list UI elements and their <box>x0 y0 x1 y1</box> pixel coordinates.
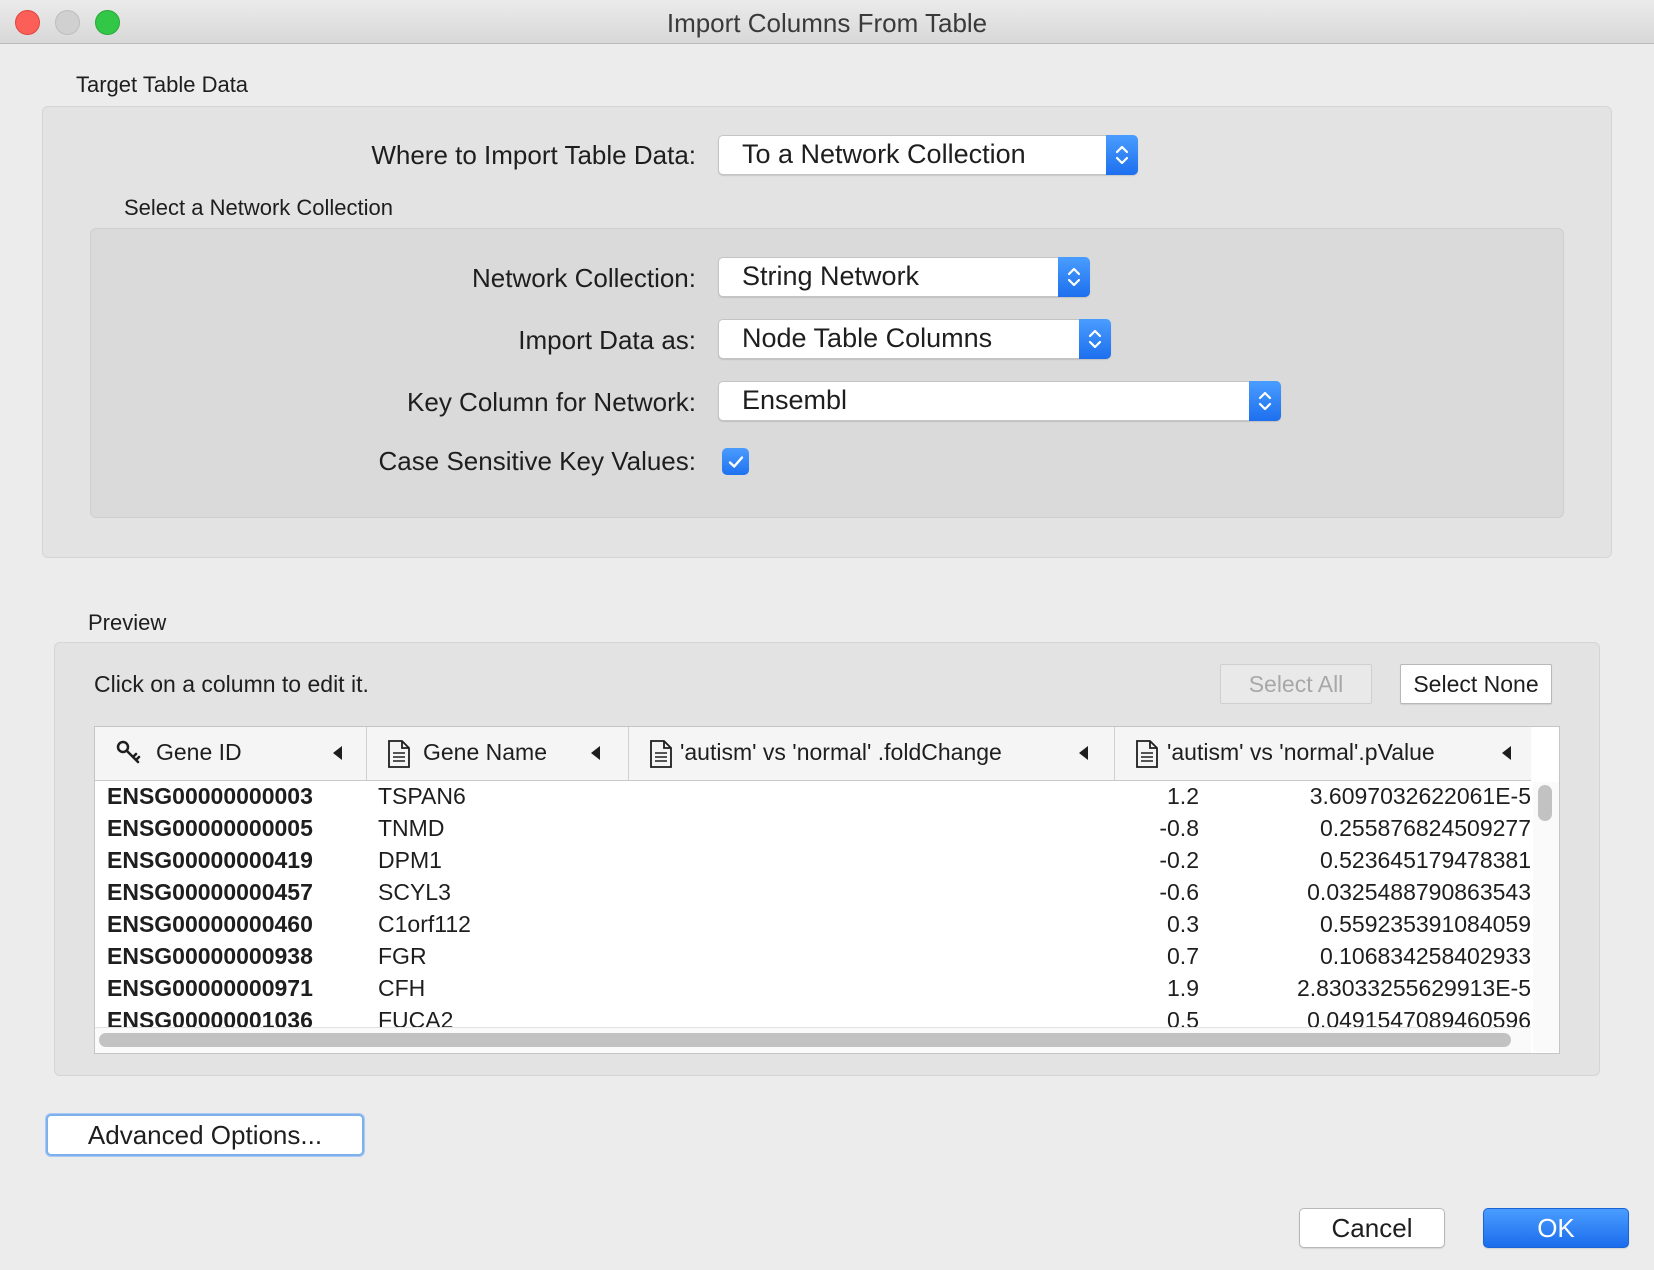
sort-arrow-icon <box>1502 746 1512 765</box>
fold-change-cell: 0.7 <box>1167 943 1199 969</box>
sort-arrow-icon <box>1079 746 1089 765</box>
where-to-import-select[interactable]: To a Network Collection <box>718 135 1138 175</box>
gene-id-cell: ENSG00000000005 <box>107 815 313 841</box>
table-row[interactable]: ENSG00000000938 FGR 0.7 0.10683425840293… <box>95 942 1531 974</box>
document-icon <box>649 739 673 774</box>
gene-name-cell: CFH <box>378 975 426 1001</box>
p-value-cell: 0.523645179478381 <box>1319 847 1531 873</box>
import-data-as-value: Node Table Columns <box>742 323 993 353</box>
p-value-cell: 2.83033255629913E-5 <box>1296 975 1531 1001</box>
ok-button[interactable]: OK <box>1483 1208 1629 1248</box>
p-value-cell: 0.0491547089460596 <box>1307 1007 1531 1027</box>
horizontal-scrollbar-thumb[interactable] <box>99 1033 1511 1047</box>
table-row[interactable]: ENSG00000000003 TSPAN6 1.2 3.60970326220… <box>95 782 1531 814</box>
column-header-label: Gene ID <box>156 739 242 765</box>
updown-chevron-icon <box>1079 319 1111 359</box>
preview-label: Preview <box>88 610 167 635</box>
fold-change-cell: 1.9 <box>1167 975 1199 1001</box>
table-row[interactable]: ENSG00000000971 CFH 1.9 2.83033255629913… <box>95 974 1531 1006</box>
select-network-collection-label: Select a Network Collection <box>124 195 394 220</box>
gene-id-cell: ENSG00000000419 <box>107 847 313 873</box>
p-value-cell: 0.106834258402933 <box>1319 943 1531 969</box>
table-row[interactable]: ENSG00000000005 TNMD -0.8 0.255876824509… <box>95 814 1531 846</box>
gene-name-cell: SCYL3 <box>378 879 451 905</box>
updown-chevron-icon <box>1106 135 1138 175</box>
fold-change-cell: -0.6 <box>1159 879 1199 905</box>
column-header-p-value[interactable]: 'autism' vs 'normal'.pValue <box>1115 727 1531 780</box>
sort-arrow-icon <box>591 746 601 765</box>
target-table-data-label: Target Table Data <box>76 72 249 97</box>
import-data-as-select[interactable]: Node Table Columns <box>718 319 1111 359</box>
where-to-import-value: To a Network Collection <box>742 139 1026 169</box>
gene-name-cell: C1orf112 <box>378 911 471 937</box>
column-header-fold-change[interactable]: 'autism' vs 'normal' .foldChange <box>629 727 1115 780</box>
fold-change-cell: -0.8 <box>1159 815 1199 841</box>
sort-arrow-icon <box>333 746 343 765</box>
network-collection-value: String Network <box>742 261 920 291</box>
preview-table: Gene ID Gene Name 'autism' vs 'normal' .… <box>94 726 1560 1054</box>
gene-name-cell: FUCA2 <box>378 1007 454 1027</box>
network-collection-select[interactable]: String Network <box>718 257 1090 297</box>
case-sensitive-label: Case Sensitive Key Values: <box>378 446 696 476</box>
gene-id-cell: ENSG00000000460 <box>107 911 313 937</box>
case-sensitive-checkbox[interactable] <box>722 448 749 475</box>
document-icon <box>387 739 411 774</box>
checkmark-icon <box>728 455 743 468</box>
column-header-label: 'autism' vs 'normal'.pValue <box>1167 739 1435 765</box>
title-bar: Import Columns From Table <box>0 0 1654 44</box>
cancel-button[interactable]: Cancel <box>1299 1208 1445 1248</box>
gene-name-cell: TSPAN6 <box>378 783 466 809</box>
column-header-label: 'autism' vs 'normal' .foldChange <box>680 739 1002 765</box>
document-icon <box>1135 739 1159 774</box>
updown-chevron-icon <box>1058 257 1090 297</box>
preview-hint: Click on a column to edit it. <box>94 671 369 697</box>
fold-change-cell: 1.2 <box>1167 783 1199 809</box>
select-all-button[interactable]: Select All <box>1220 664 1372 704</box>
p-value-cell: 0.255876824509277 <box>1319 815 1531 841</box>
gene-id-cell: ENSG00000000003 <box>107 783 313 809</box>
updown-chevron-icon <box>1249 381 1281 421</box>
column-header-gene-id[interactable]: Gene ID <box>95 727 367 780</box>
fold-change-cell: 0.5 <box>1167 1007 1199 1027</box>
table-row[interactable]: ENSG00000001036 FUCA2 0.5 0.049154708946… <box>95 1006 1531 1027</box>
gene-id-cell: ENSG00000001036 <box>107 1007 313 1027</box>
key-column-select[interactable]: Ensembl <box>718 381 1281 421</box>
key-column-value: Ensembl <box>742 385 848 415</box>
network-collection-label: Network Collection: <box>472 263 696 293</box>
column-header-label: Gene Name <box>423 739 548 765</box>
gene-name-cell: TNMD <box>378 815 445 841</box>
key-icon <box>115 739 143 772</box>
column-header-gene-name[interactable]: Gene Name <box>367 727 629 780</box>
p-value-cell: 0.0325488790863543 <box>1307 879 1531 905</box>
select-none-button[interactable]: Select None <box>1400 664 1552 704</box>
p-value-cell: 3.6097032622061E-5 <box>1309 783 1531 809</box>
gene-id-cell: ENSG00000000457 <box>107 879 313 905</box>
gene-name-cell: DPM1 <box>378 847 442 873</box>
gene-name-cell: FGR <box>378 943 427 969</box>
import-data-as-label: Import Data as: <box>518 325 696 355</box>
fold-change-cell: -0.2 <box>1159 847 1199 873</box>
table-header: Gene ID Gene Name 'autism' vs 'normal' .… <box>95 727 1531 781</box>
p-value-cell: 0.559235391084059 <box>1319 911 1531 937</box>
gene-id-cell: ENSG00000000971 <box>107 975 313 1001</box>
where-to-import-label: Where to Import Table Data: <box>371 140 696 170</box>
advanced-options-button[interactable]: Advanced Options... <box>46 1114 364 1156</box>
table-body: ENSG00000000003 TSPAN6 1.2 3.60970326220… <box>95 782 1531 1027</box>
window-title: Import Columns From Table <box>666 8 988 38</box>
table-row[interactable]: ENSG00000000457 SCYL3 -0.6 0.03254887908… <box>95 878 1531 910</box>
fold-change-cell: 0.3 <box>1167 911 1199 937</box>
table-row[interactable]: ENSG00000000419 DPM1 -0.2 0.523645179478… <box>95 846 1531 878</box>
table-row[interactable]: ENSG00000000460 C1orf112 0.3 0.559235391… <box>95 910 1531 942</box>
vertical-scrollbar-thumb[interactable] <box>1538 785 1552 821</box>
gene-id-cell: ENSG00000000938 <box>107 943 313 969</box>
key-column-label: Key Column for Network: <box>407 387 696 417</box>
vertical-scrollbar[interactable] <box>1533 782 1559 1052</box>
